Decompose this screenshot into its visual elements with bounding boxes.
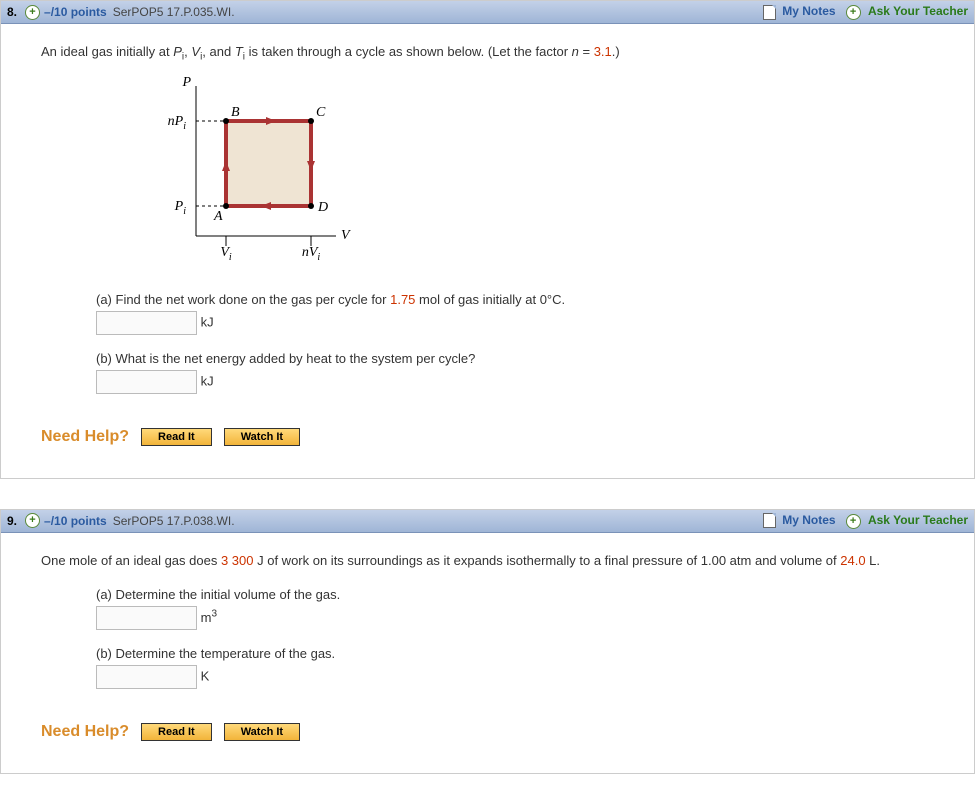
my-notes-label: My Notes (782, 513, 835, 527)
plus-icon: + (846, 514, 861, 529)
t: .) (612, 44, 620, 59)
watch-it-button[interactable]: Watch It (224, 723, 300, 741)
question-header: 9. + –/10 points SerPOP5 17.P.038.WI. My… (1, 510, 974, 533)
question-number: 8. (7, 5, 17, 19)
source-label: SerPOP5 17.P.038.WI. (113, 514, 235, 528)
note-icon (763, 5, 776, 20)
label-nPi: nPi (168, 114, 187, 132)
t: An ideal gas initially at (41, 44, 173, 59)
label-Vi: Vi (220, 245, 232, 263)
ask-teacher-link[interactable]: + Ask Your Teacher (846, 4, 968, 20)
question-header: 8. + –/10 points SerPOP5 17.P.035.WI. My… (1, 1, 974, 24)
intro-text: An ideal gas initially at Pi, Vi, and Ti… (41, 42, 934, 66)
label-B: B (231, 105, 240, 120)
t: , and (202, 44, 235, 59)
t: (b) Determine the temperature of the gas… (96, 646, 335, 661)
question-body: One mole of an ideal gas does 3 300 J of… (1, 533, 974, 773)
need-help-row: Need Help? Read It Watch It (41, 424, 934, 450)
t: (a) Determine the initial volume of the … (96, 587, 340, 602)
ask-teacher-label: Ask Your Teacher (868, 4, 968, 18)
label-A: A (213, 209, 223, 224)
question-body: An ideal gas initially at Pi, Vi, and Ti… (1, 24, 974, 478)
val-n: 3.1 (594, 44, 612, 59)
watch-it-button[interactable]: Watch It (224, 428, 300, 446)
answer-input-9b[interactable] (96, 665, 197, 689)
note-icon (763, 513, 776, 528)
var-P: P (173, 44, 182, 59)
axis-P: P (181, 76, 191, 90)
t: = (579, 44, 594, 59)
var-n: n (572, 44, 579, 59)
val-work: 3 300 (221, 553, 254, 568)
read-it-button[interactable]: Read It (141, 428, 212, 446)
unit-label: K (201, 668, 210, 683)
part-b: (b) What is the net energy added by heat… (96, 349, 934, 394)
read-it-button[interactable]: Read It (141, 723, 212, 741)
plus-icon: + (846, 5, 861, 20)
t: J of work on its surroundings as it expa… (254, 553, 841, 568)
t: (a) Find the net work done on the gas pe… (96, 292, 390, 307)
header-actions: My Notes + Ask Your Teacher (763, 4, 968, 20)
var-T: T (235, 44, 243, 59)
t: (b) What is the net energy added by heat… (96, 351, 475, 366)
points-label[interactable]: –/10 points (44, 514, 107, 528)
need-help-label: Need Help? (41, 719, 129, 745)
answer-input-9a[interactable] (96, 606, 197, 630)
answer-input-8a[interactable] (96, 311, 197, 335)
points-label[interactable]: –/10 points (44, 5, 107, 19)
need-help-label: Need Help? (41, 424, 129, 450)
part-b: (b) Determine the temperature of the gas… (96, 644, 934, 689)
pv-diagram: P V B C (136, 76, 934, 273)
expand-icon[interactable]: + (25, 513, 40, 528)
my-notes-link[interactable]: My Notes (763, 4, 836, 19)
intro-text: One mole of an ideal gas does 3 300 J of… (41, 551, 934, 572)
label-nVi: nVi (302, 245, 321, 263)
need-help-row: Need Help? Read It Watch It (41, 719, 934, 745)
expand-icon[interactable]: + (25, 5, 40, 20)
ask-teacher-label: Ask Your Teacher (868, 513, 968, 527)
ask-teacher-link[interactable]: + Ask Your Teacher (846, 513, 968, 529)
unit-label: m3 (201, 610, 217, 625)
val-vol: 24.0 (840, 553, 865, 568)
label-D: D (317, 200, 328, 215)
t: mol of gas initially at 0°C. (415, 292, 565, 307)
question-8: 8. + –/10 points SerPOP5 17.P.035.WI. My… (0, 0, 975, 479)
question-9: 9. + –/10 points SerPOP5 17.P.038.WI. My… (0, 509, 975, 774)
t: is taken through a cycle as shown below.… (245, 44, 572, 59)
label-Pi: Pi (174, 199, 187, 217)
unit-label: kJ (201, 373, 214, 388)
unit-label: kJ (201, 315, 214, 330)
answer-input-8b[interactable] (96, 370, 197, 394)
my-notes-link[interactable]: My Notes (763, 513, 836, 528)
var-V: V (191, 44, 200, 59)
t: One mole of an ideal gas does (41, 553, 221, 568)
t: L. (866, 553, 880, 568)
source-label: SerPOP5 17.P.035.WI. (113, 5, 235, 19)
val-mol: 1.75 (390, 292, 415, 307)
header-actions: My Notes + Ask Your Teacher (763, 513, 968, 529)
label-C: C (316, 105, 326, 120)
axis-V: V (341, 228, 351, 243)
question-number: 9. (7, 514, 17, 528)
part-a: (a) Determine the initial volume of the … (96, 585, 934, 630)
my-notes-label: My Notes (782, 4, 835, 18)
part-a: (a) Find the net work done on the gas pe… (96, 290, 934, 335)
